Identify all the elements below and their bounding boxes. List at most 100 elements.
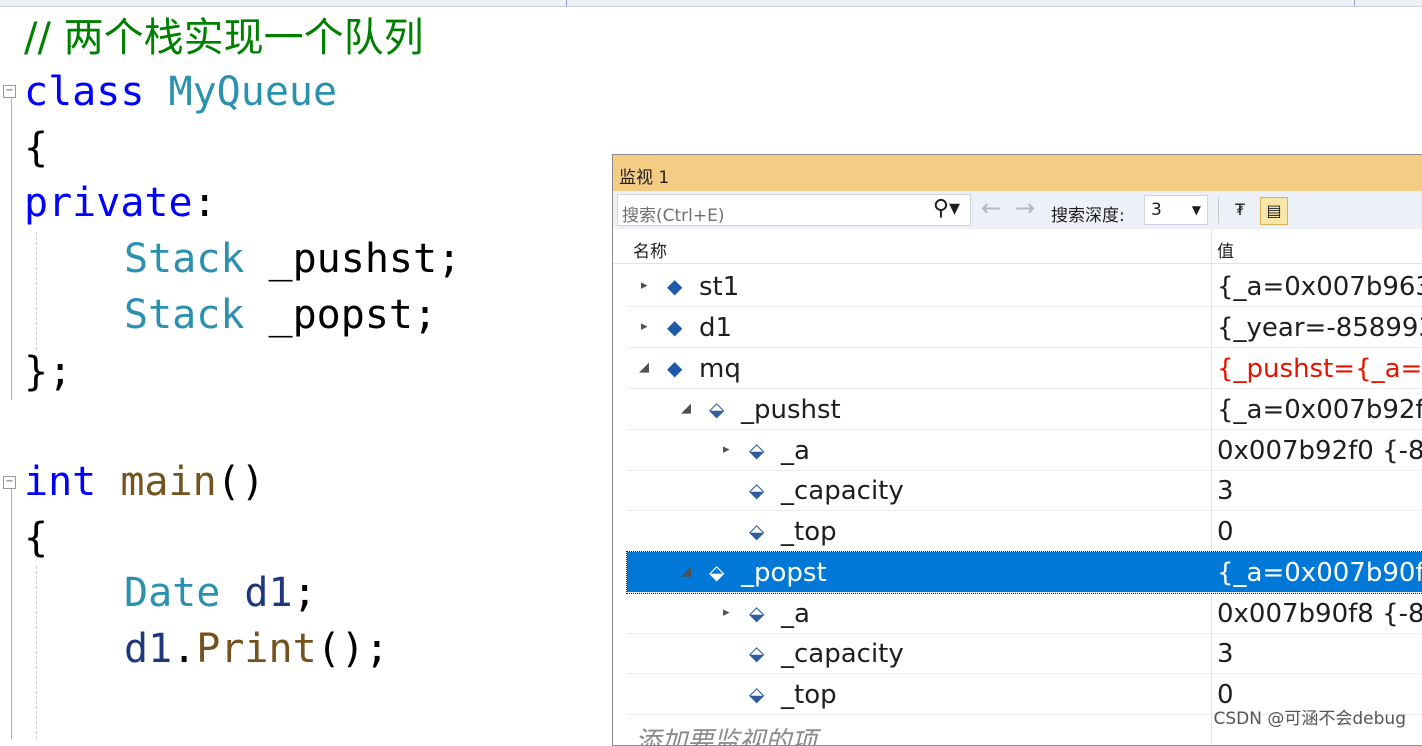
expand-arrow-icon[interactable]: ▸ bbox=[723, 605, 730, 620]
editor-tab-strip bbox=[0, 0, 1422, 7]
private-member-icon: ⬙ bbox=[749, 438, 765, 462]
watch-row[interactable]: ▸ ⬙ _a 0x007b92f0 {-84 bbox=[627, 430, 1422, 471]
function-main: main bbox=[120, 459, 217, 505]
tab-divider bbox=[566, 0, 567, 6]
filter-pin-icon[interactable]: ₮ bbox=[1227, 197, 1253, 223]
watch-title-bar[interactable]: 监视 1 bbox=[613, 155, 1422, 191]
magnifier-icon[interactable]: ⚲▾ bbox=[933, 196, 960, 221]
expand-arrow-icon[interactable]: ▸ bbox=[641, 319, 648, 334]
search-depth-value: 3 bbox=[1151, 200, 1162, 220]
hex-display-icon[interactable]: ▤ bbox=[1260, 197, 1288, 225]
keyword-private: private bbox=[24, 180, 193, 226]
variable-d1: d1 bbox=[124, 626, 173, 672]
indent-guide bbox=[36, 232, 37, 350]
member-pushst: _pushst; bbox=[268, 236, 462, 282]
watermark: CSDN @可涵不会debug bbox=[1213, 709, 1406, 729]
private-member-icon: ⬙ bbox=[749, 641, 765, 665]
watch-row[interactable]: ▸ ◆ st1 {_a=0x007b963 bbox=[627, 266, 1422, 307]
watch-row[interactable]: ◢ ⬙ _pushst {_a=0x007b92f0 bbox=[627, 389, 1422, 430]
fold-guide bbox=[11, 98, 12, 400]
search-depth-label: 搜索深度: bbox=[1051, 206, 1125, 226]
fold-toggle-class[interactable]: − bbox=[3, 85, 16, 98]
code-line-popst: Stack _popst; bbox=[124, 289, 437, 341]
code-line-pushst: Stack _pushst; bbox=[124, 233, 461, 285]
watch-item-name: _capacity bbox=[781, 639, 904, 669]
watch-row[interactable]: ⬙ _capacity 3 bbox=[627, 470, 1422, 511]
object-icon: ◆ bbox=[667, 315, 683, 339]
fold-toggle-main[interactable]: − bbox=[3, 476, 16, 489]
arrow-left-icon[interactable]: ← bbox=[981, 194, 1001, 222]
arrow-right-icon[interactable]: → bbox=[1015, 194, 1035, 222]
search-depth-select[interactable]: 3 ▼ bbox=[1144, 195, 1208, 225]
expand-arrow-icon[interactable]: ▸ bbox=[723, 442, 730, 457]
private-member-icon: ⬙ bbox=[749, 601, 765, 625]
indent-guide bbox=[36, 566, 37, 739]
watch-row[interactable]: ⬙ _capacity 3 bbox=[627, 633, 1422, 674]
semicolon: ; bbox=[292, 570, 317, 616]
watch-row[interactable]: ▸ ⬙ _a 0x007b90f8 {-84 bbox=[627, 593, 1422, 634]
watch-toolbar: 搜索(Ctrl+E) ⚲▾ ← → 搜索深度: 3 ▼ ₮ ▤ bbox=[613, 191, 1422, 230]
variable-d1: d1 bbox=[244, 570, 293, 616]
code-open-brace: { bbox=[24, 125, 49, 171]
watch-item-name: _top bbox=[781, 680, 837, 710]
watch-item-name: _a bbox=[781, 436, 810, 466]
object-icon: ◆ bbox=[667, 274, 683, 298]
member-popst: _popst; bbox=[268, 292, 438, 338]
type-date: Date bbox=[124, 570, 221, 616]
watch-item-value: 3 bbox=[1217, 639, 1234, 669]
watch-row-selected[interactable]: ◢ ⬙ _popst {_a=0x007b90f8 bbox=[626, 551, 1422, 594]
watch-column-header: 名称 值 bbox=[613, 229, 1422, 264]
keyword-class: class bbox=[24, 69, 145, 115]
type-stack: Stack bbox=[124, 292, 245, 338]
watch-item-name: _top bbox=[781, 517, 837, 547]
watch-item-value-changed: {_pushst={_a=0 bbox=[1217, 354, 1422, 384]
code-line-class: class MyQueue bbox=[24, 66, 337, 118]
add-watch-placeholder: 添加要监视的项 bbox=[635, 727, 818, 746]
watch-item-name: d1 bbox=[699, 313, 733, 343]
comment-text: // 两个栈实现一个队列 bbox=[24, 15, 424, 61]
watch-item-value: {_year=-858993 bbox=[1217, 313, 1422, 343]
expand-arrow-icon[interactable]: ▸ bbox=[641, 278, 648, 293]
code-close-brace: }; bbox=[24, 349, 73, 395]
collapse-arrow-icon[interactable]: ◢ bbox=[681, 564, 691, 579]
watch-row[interactable]: ◢ ◆ mq {_pushst={_a=0 bbox=[627, 348, 1422, 389]
watch-item-name: mq bbox=[699, 354, 741, 384]
column-value-header[interactable]: 值 bbox=[1217, 237, 1234, 262]
call-parens: (); bbox=[316, 626, 389, 672]
watch-item-value: 3 bbox=[1217, 476, 1234, 506]
class-name: MyQueue bbox=[168, 69, 338, 115]
tab-divider bbox=[1354, 0, 1355, 6]
watch-title: 监视 1 bbox=[619, 168, 670, 188]
watch-item-value: 0 bbox=[1217, 517, 1234, 547]
watch-row[interactable]: ▸ ◆ d1 {_year=-858993 bbox=[627, 307, 1422, 348]
search-input[interactable]: 搜索(Ctrl+E) ⚲▾ bbox=[617, 194, 971, 226]
code-line-date: Date d1; bbox=[124, 567, 317, 619]
watch-item-name: _capacity bbox=[781, 476, 904, 506]
watch-item-value: {_a=0x007b963 bbox=[1217, 272, 1422, 302]
watch-item-value: 0x007b92f0 {-84 bbox=[1217, 436, 1422, 466]
watch-window[interactable]: 监视 1 搜索(Ctrl+E) ⚲▾ ← → 搜索深度: 3 ▼ ₮ ▤ 名称 … bbox=[612, 154, 1422, 746]
watch-item-name: st1 bbox=[699, 272, 740, 302]
object-icon: ◆ bbox=[667, 356, 683, 380]
column-name-header[interactable]: 名称 bbox=[633, 237, 667, 262]
fold-guide bbox=[11, 489, 12, 739]
collapse-arrow-icon[interactable]: ◢ bbox=[681, 401, 691, 416]
private-member-icon: ⬙ bbox=[749, 478, 765, 502]
watch-item-value: 0x007b90f8 {-84 bbox=[1217, 599, 1422, 629]
collapse-arrow-icon[interactable]: ◢ bbox=[639, 360, 649, 375]
parens: () bbox=[216, 459, 265, 505]
watch-item-value: {_a=0x007b90f8 bbox=[1217, 558, 1422, 588]
private-member-icon: ⬙ bbox=[749, 519, 765, 543]
watch-item-name: _pushst bbox=[741, 395, 841, 425]
watch-row[interactable]: ⬙ _top 0 bbox=[627, 511, 1422, 552]
private-member-icon: ⬙ bbox=[749, 682, 765, 706]
code-comment: // 两个栈实现一个队列 bbox=[24, 12, 424, 64]
dot: . bbox=[172, 626, 197, 672]
chevron-down-icon: ▼ bbox=[1191, 203, 1201, 217]
code-open-brace: { bbox=[24, 515, 49, 561]
watch-item-value: {_a=0x007b92f0 bbox=[1217, 395, 1422, 425]
search-placeholder: 搜索(Ctrl+E) bbox=[622, 206, 725, 226]
code-line-print: d1.Print(); bbox=[124, 623, 389, 675]
watch-item-name: _popst bbox=[741, 558, 827, 588]
colon: : bbox=[192, 180, 217, 226]
